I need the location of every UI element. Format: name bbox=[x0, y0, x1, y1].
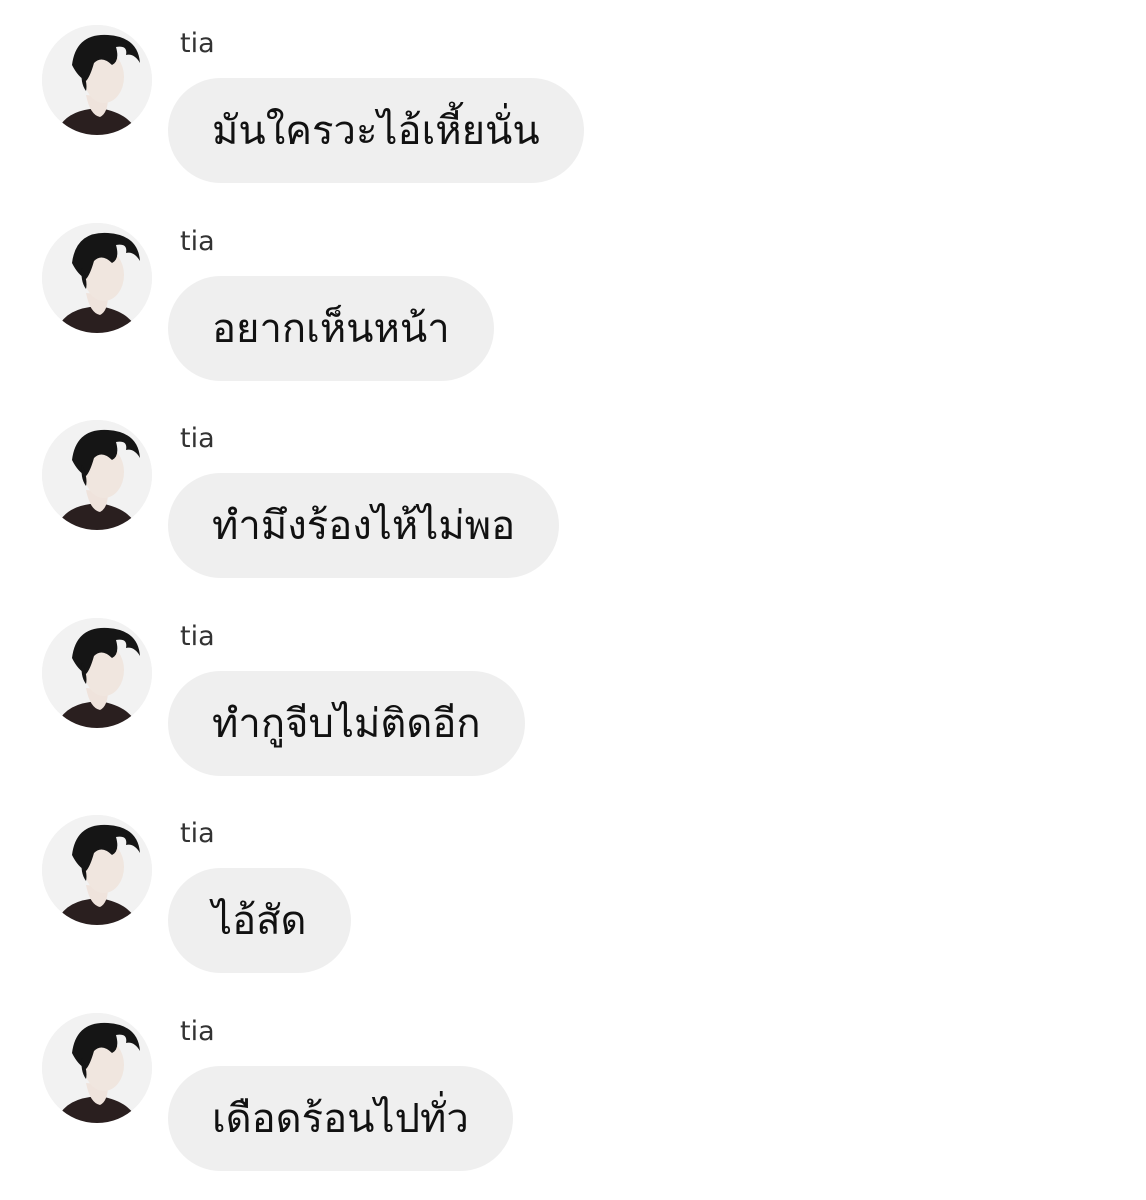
message-text: ไอ้สัด bbox=[212, 897, 307, 944]
sender-name: tia bbox=[180, 423, 215, 454]
message-bubble[interactable]: อยากเห็นหน้า bbox=[168, 276, 494, 381]
avatar-photo-icon bbox=[42, 420, 152, 530]
avatar[interactable] bbox=[42, 420, 152, 530]
message-row: tia ไอ้สัด bbox=[0, 790, 1146, 973]
sender-name: tia bbox=[180, 621, 215, 652]
avatar-photo-icon bbox=[42, 1013, 152, 1123]
message-text: อยากเห็นหน้า bbox=[212, 305, 450, 352]
message-bubble[interactable]: ทำกูจีบไม่ติดอีก bbox=[168, 671, 525, 776]
message-row: tia ทำมึงร้องไห้ไม่พอ bbox=[0, 395, 1146, 578]
message-bubble[interactable]: ทำมึงร้องไห้ไม่พอ bbox=[168, 473, 560, 578]
avatar[interactable] bbox=[42, 1013, 152, 1123]
avatar[interactable] bbox=[42, 815, 152, 925]
message-bubble[interactable]: มันใครวะไอ้เหี้ยนั่น bbox=[168, 78, 584, 183]
avatar[interactable] bbox=[42, 618, 152, 728]
message-text: ทำกูจีบไม่ติดอีก bbox=[212, 700, 481, 747]
chat-thread: tia มันใครวะไอ้เหี้ยนั่น tia อยากเห็นหน้… bbox=[0, 0, 1146, 1200]
sender-name: tia bbox=[180, 818, 215, 849]
message-row: tia ทำกูจีบไม่ติดอีก bbox=[0, 593, 1146, 776]
message-row: tia อยากเห็นหน้า bbox=[0, 198, 1146, 381]
message-row: tia เดือดร้อนไปทั่ว bbox=[0, 988, 1146, 1171]
sender-name: tia bbox=[180, 226, 215, 257]
sender-name: tia bbox=[180, 1016, 215, 1047]
sender-name: tia bbox=[180, 28, 215, 59]
message-bubble[interactable]: ไอ้สัด bbox=[168, 868, 351, 973]
avatar-photo-icon bbox=[42, 25, 152, 135]
avatar[interactable] bbox=[42, 223, 152, 333]
message-row: tia มันใครวะไอ้เหี้ยนั่น bbox=[0, 0, 1146, 183]
avatar-photo-icon bbox=[42, 223, 152, 333]
avatar[interactable] bbox=[42, 25, 152, 135]
message-text: เดือดร้อนไปทั่ว bbox=[212, 1095, 469, 1142]
avatar-photo-icon bbox=[42, 618, 152, 728]
message-text: ทำมึงร้องไห้ไม่พอ bbox=[212, 502, 516, 549]
message-text: มันใครวะไอ้เหี้ยนั่น bbox=[212, 107, 540, 154]
avatar-photo-icon bbox=[42, 815, 152, 925]
message-bubble[interactable]: เดือดร้อนไปทั่ว bbox=[168, 1066, 513, 1171]
